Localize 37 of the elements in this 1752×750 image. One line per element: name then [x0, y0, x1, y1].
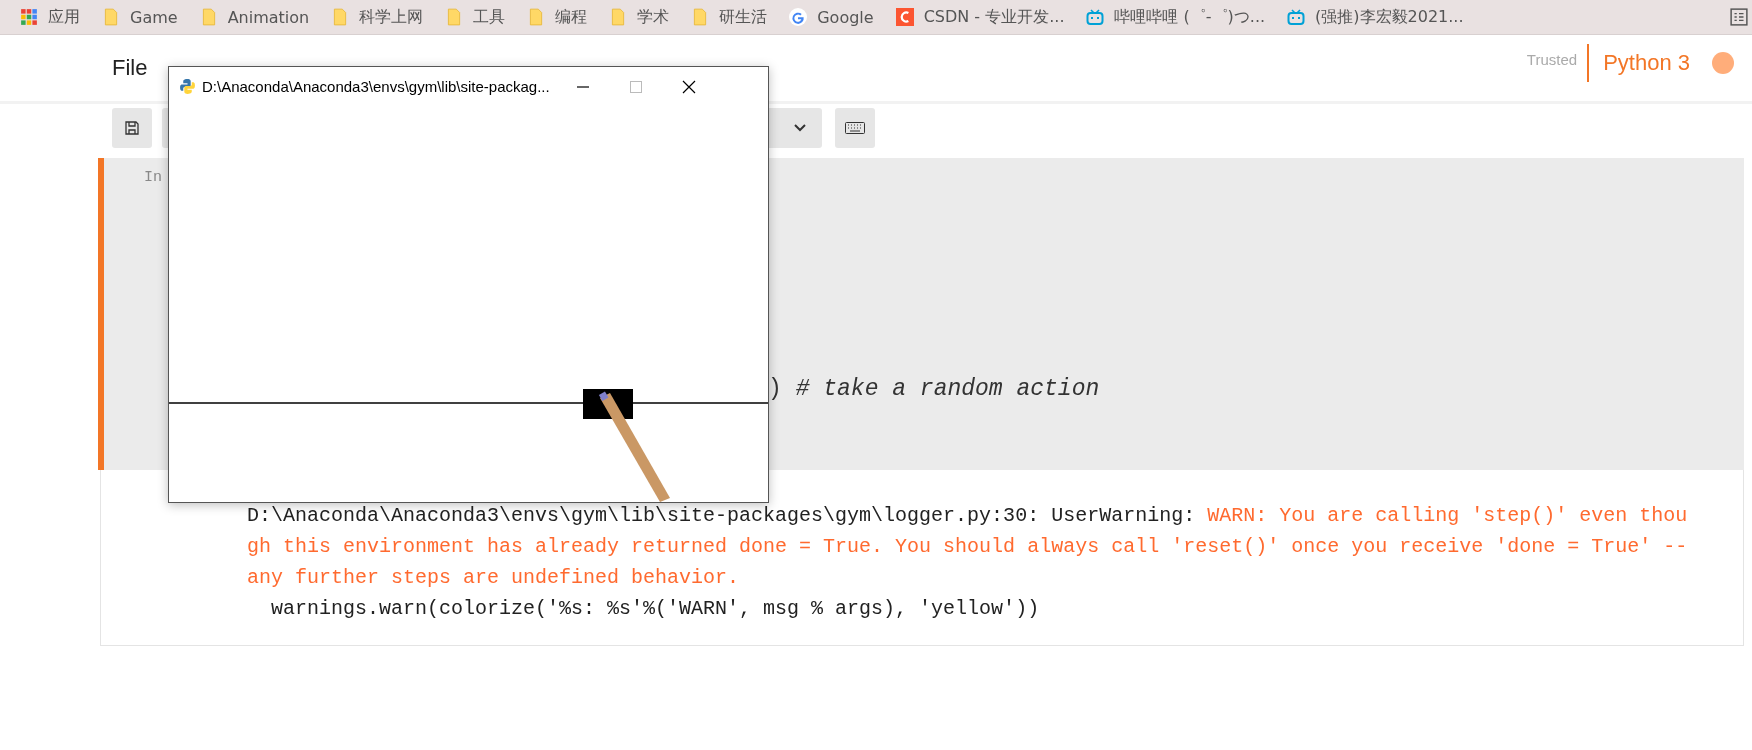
keyboard-icon: [845, 122, 865, 134]
python-logo-icon: [179, 78, 196, 95]
google-g-icon[interactable]: [789, 8, 808, 26]
save-button[interactable]: [112, 108, 152, 148]
bookmark-link[interactable]: 哔哩哔哩 (゜-゜)つ...: [1114, 6, 1266, 28]
menu-item[interactable]: File: [112, 55, 148, 81]
bookmark-link[interactable]: (强推)李宏毅2021...: [1315, 6, 1464, 28]
keyboard-button[interactable]: [835, 108, 875, 148]
warning-text: any further steps are undefined behavior.: [247, 566, 740, 589]
bookmark-link[interactable]: Google: [817, 7, 874, 27]
bookmark-link[interactable]: 编程: [555, 6, 588, 28]
bookmark-link[interactable]: 工具: [473, 6, 506, 28]
bookmark-link[interactable]: 研生活: [719, 6, 768, 28]
chevron-down-icon: [794, 124, 806, 132]
bookmark-link[interactable]: Animation: [227, 7, 310, 27]
bookmark-link[interactable]: 科学上网: [359, 6, 424, 28]
tv-icon[interactable]: [1086, 8, 1105, 26]
save-icon: [124, 120, 140, 136]
window-title: D:\Anaconda\Anaconda3\envs\gym\lib\site-packag...: [202, 78, 550, 95]
bookmark-link[interactable]: Game: [130, 7, 178, 27]
apps-grid-icon[interactable]: [20, 8, 38, 26]
csdn-c-icon[interactable]: [895, 8, 914, 26]
bookmark-link[interactable]: CSDN - 专业开发...: [923, 6, 1065, 28]
output-text: warnings.warn(colorize('%s: %s'%('WARN', msg % args), 'yellow')): [270, 597, 1040, 620]
kernel-status-icon: [1712, 52, 1734, 74]
bookmark-link[interactable]: 学术: [637, 6, 670, 28]
tv-icon[interactable]: [1287, 8, 1306, 26]
output-text: D:\Anaconda\Anaconda3\envs\gym\lib\site-packages\gym\logger.py:30: UserWarning:: [247, 504, 1197, 527]
close-icon[interactable]: [681, 79, 696, 94]
folder-icon[interactable]: [102, 8, 120, 26]
maximize-icon[interactable]: [628, 79, 643, 94]
warning-text: gh this environment has already returned done = True. You should always call 'reset()' once you receive 'done = True' --: [247, 535, 1688, 558]
cell-prompt: In: [144, 169, 162, 187]
code-line: ) # take a random action: [768, 376, 1100, 404]
reading-list-icon[interactable]: [1730, 8, 1748, 26]
warning-text: WARN: You are calling 'step()' even thou: [1207, 504, 1688, 527]
bookmark-link[interactable]: 应用: [48, 6, 80, 28]
